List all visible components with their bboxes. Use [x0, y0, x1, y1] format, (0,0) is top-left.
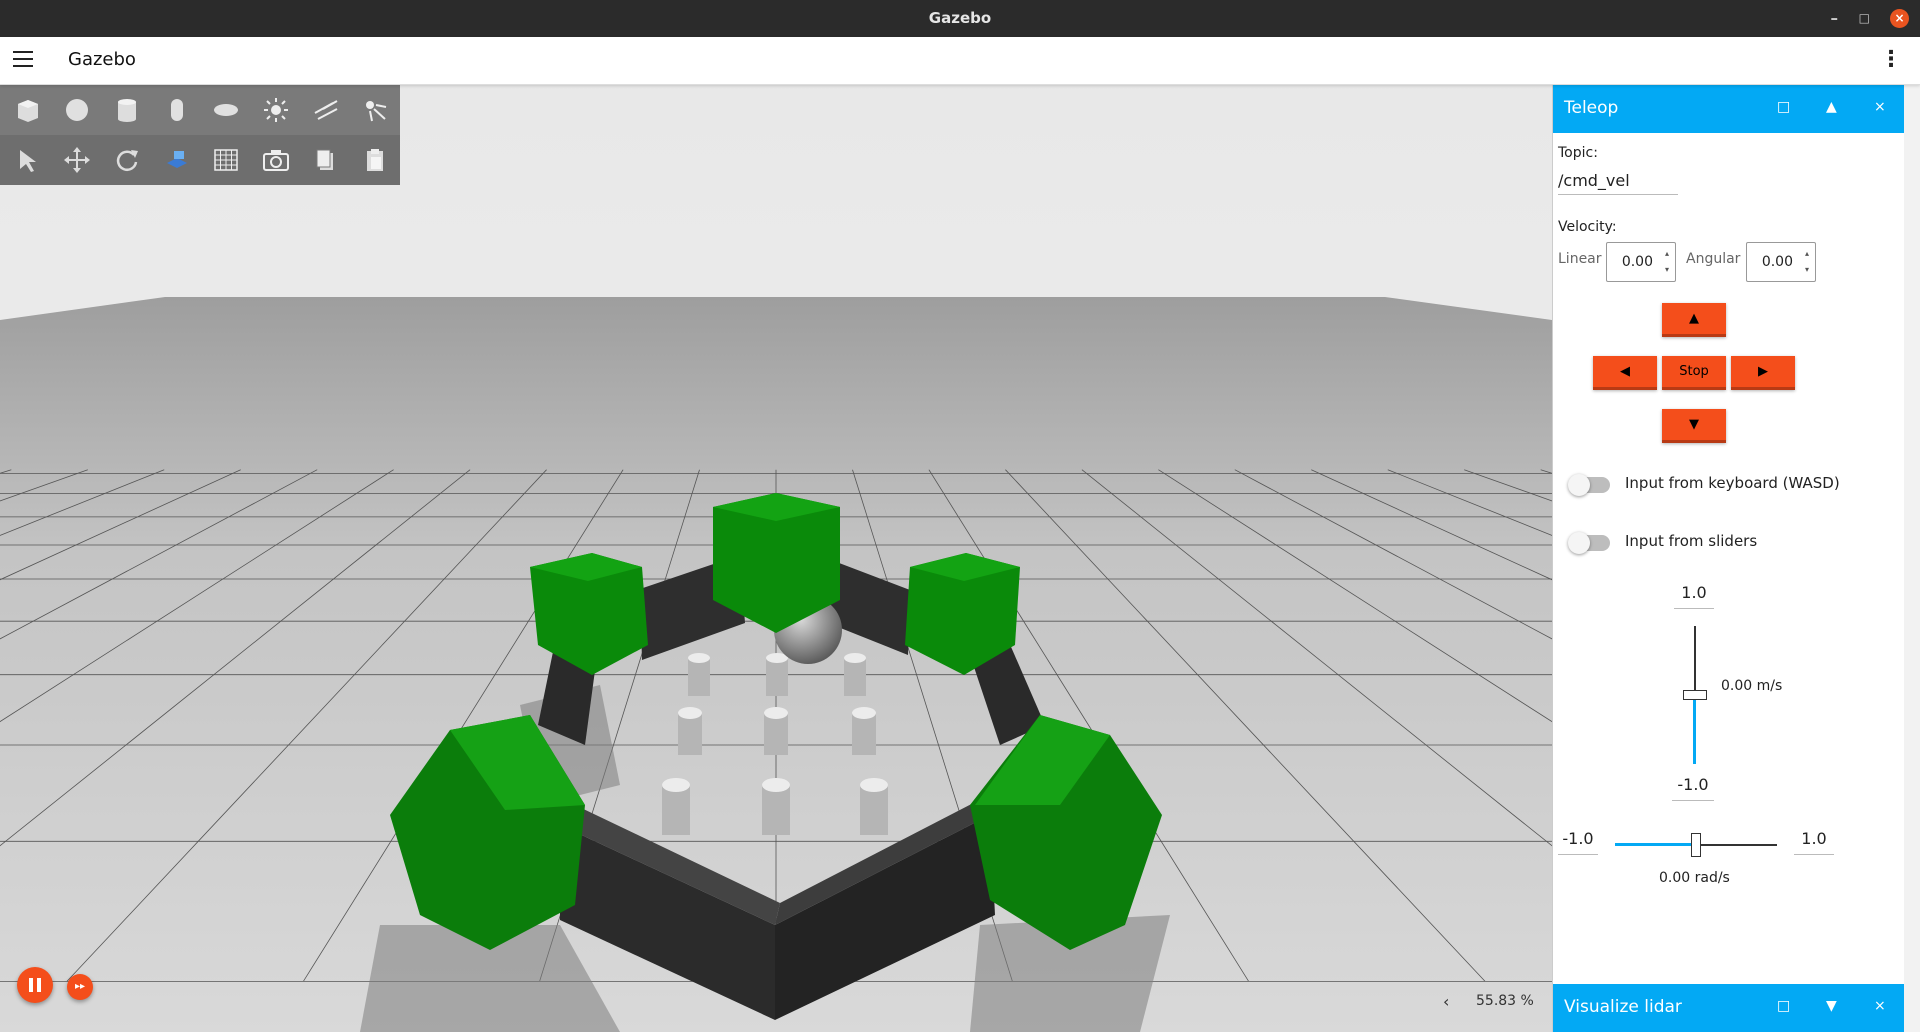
window-titlebar: Gazebo – □ × — [0, 0, 1920, 37]
forward-button[interactable]: ▲ — [1662, 303, 1726, 337]
paste-icon[interactable] — [350, 135, 400, 185]
lidar-header: Visualize lidar □ ▼ × — [1553, 984, 1905, 1032]
keyboard-input-label: Input from keyboard (WASD) — [1625, 474, 1840, 492]
linear-slider-fill — [1693, 695, 1696, 764]
spin-down-icon[interactable]: ▾ — [1665, 265, 1669, 274]
slider-input-label: Input from sliders — [1625, 532, 1758, 550]
backward-button[interactable]: ▼ — [1662, 409, 1726, 443]
angular-max-field[interactable]: 1.0 — [1794, 829, 1834, 855]
linear-slider-thumb[interactable] — [1683, 690, 1707, 700]
angular-velocity-value: 0.00 — [1761, 254, 1793, 270]
lidar-title: Visualize lidar — [1564, 997, 1682, 1017]
pause-button[interactable] — [17, 967, 53, 1003]
maximize-icon[interactable]: □ — [1859, 0, 1870, 37]
window-title: Gazebo — [928, 9, 992, 27]
fast-forward-icon[interactable]: ▸▸ — [67, 974, 93, 1000]
angular-label: Angular — [1686, 251, 1741, 267]
linear-velocity-value: 0.00 — [1621, 254, 1653, 270]
topic-input[interactable] — [1558, 167, 1678, 195]
box-icon[interactable] — [3, 85, 53, 135]
angular-readout: 0.00 rad/s — [1659, 870, 1730, 886]
right-button[interactable]: ▶ — [1731, 356, 1795, 390]
angular-min-field[interactable]: -1.0 — [1558, 829, 1598, 855]
right-panel: Teleop □ ▲ × Topic: Velocity: Linear 0.0… — [1552, 85, 1905, 1032]
hamburger-icon[interactable] — [13, 51, 33, 69]
linear-velocity-spinbox[interactable]: 0.00 ▴ ▾ — [1606, 242, 1676, 282]
collapse-panel-icon[interactable]: ▲ — [1826, 99, 1837, 115]
copy-icon[interactable] — [301, 135, 351, 185]
expand-panel-icon[interactable]: ▼ — [1826, 998, 1837, 1014]
sun-icon[interactable] — [251, 85, 301, 135]
stop-button[interactable]: Stop — [1662, 356, 1726, 390]
view-angle-icon[interactable] — [152, 135, 202, 185]
spin-up-icon[interactable]: ▴ — [1805, 249, 1809, 258]
scene-3d-viewport[interactable] — [0, 85, 1552, 1032]
teleop-title: Teleop — [1564, 98, 1619, 118]
scene-toolbar — [0, 85, 400, 185]
angular-slider-fill — [1615, 843, 1696, 846]
app-title: Gazebo — [68, 49, 136, 70]
directional-light-icon[interactable] — [301, 85, 351, 135]
close-panel-icon[interactable]: × — [1874, 998, 1886, 1014]
toolbar-row-tools — [0, 135, 400, 185]
left-button[interactable]: ◀ — [1593, 356, 1657, 390]
linear-min-field[interactable]: -1.0 — [1672, 775, 1714, 801]
rotate-icon[interactable] — [102, 135, 152, 185]
topic-label: Topic: — [1558, 145, 1598, 161]
linear-label: Linear — [1558, 251, 1602, 267]
linear-readout: 0.00 m/s — [1721, 678, 1783, 694]
cylinder-icon[interactable] — [102, 85, 152, 135]
camera-icon[interactable] — [251, 135, 301, 185]
linear-max-field[interactable]: 1.0 — [1674, 583, 1714, 609]
translate-icon[interactable] — [53, 135, 103, 185]
maximize-panel-icon[interactable]: □ — [1777, 99, 1790, 115]
ellipsoid-icon[interactable] — [202, 85, 252, 135]
capsule-icon[interactable] — [152, 85, 202, 135]
panel-scrollbar[interactable] — [1904, 85, 1920, 1032]
minimize-icon[interactable]: – — [1831, 0, 1839, 37]
zoom-level: 55.83 % — [1476, 993, 1534, 1009]
angular-slider-thumb[interactable] — [1691, 833, 1701, 857]
teleop-header: Teleop □ ▲ × — [1553, 85, 1905, 133]
more-vert-icon[interactable]: ⋮ — [1880, 47, 1902, 72]
zoom-chevron-icon[interactable]: ‹ — [1443, 992, 1449, 1011]
grid-icon[interactable] — [202, 135, 252, 185]
close-panel-icon[interactable]: × — [1874, 99, 1886, 115]
app-header: Gazebo ⋮ — [0, 37, 1920, 85]
spot-light-icon[interactable] — [350, 85, 400, 135]
velocity-label: Velocity: — [1558, 219, 1617, 235]
spin-down-icon[interactable]: ▾ — [1805, 265, 1809, 274]
select-icon[interactable] — [3, 135, 53, 185]
maximize-panel-icon[interactable]: □ — [1777, 998, 1790, 1014]
close-window-icon[interactable]: × — [1890, 9, 1909, 28]
toolbar-row-shapes — [0, 85, 400, 135]
spin-up-icon[interactable]: ▴ — [1665, 249, 1669, 258]
slider-input-toggle[interactable] — [1568, 532, 1610, 554]
angular-velocity-spinbox[interactable]: 0.00 ▴ ▾ — [1746, 242, 1816, 282]
keyboard-input-toggle[interactable] — [1568, 474, 1610, 496]
sphere-icon[interactable] — [53, 85, 103, 135]
